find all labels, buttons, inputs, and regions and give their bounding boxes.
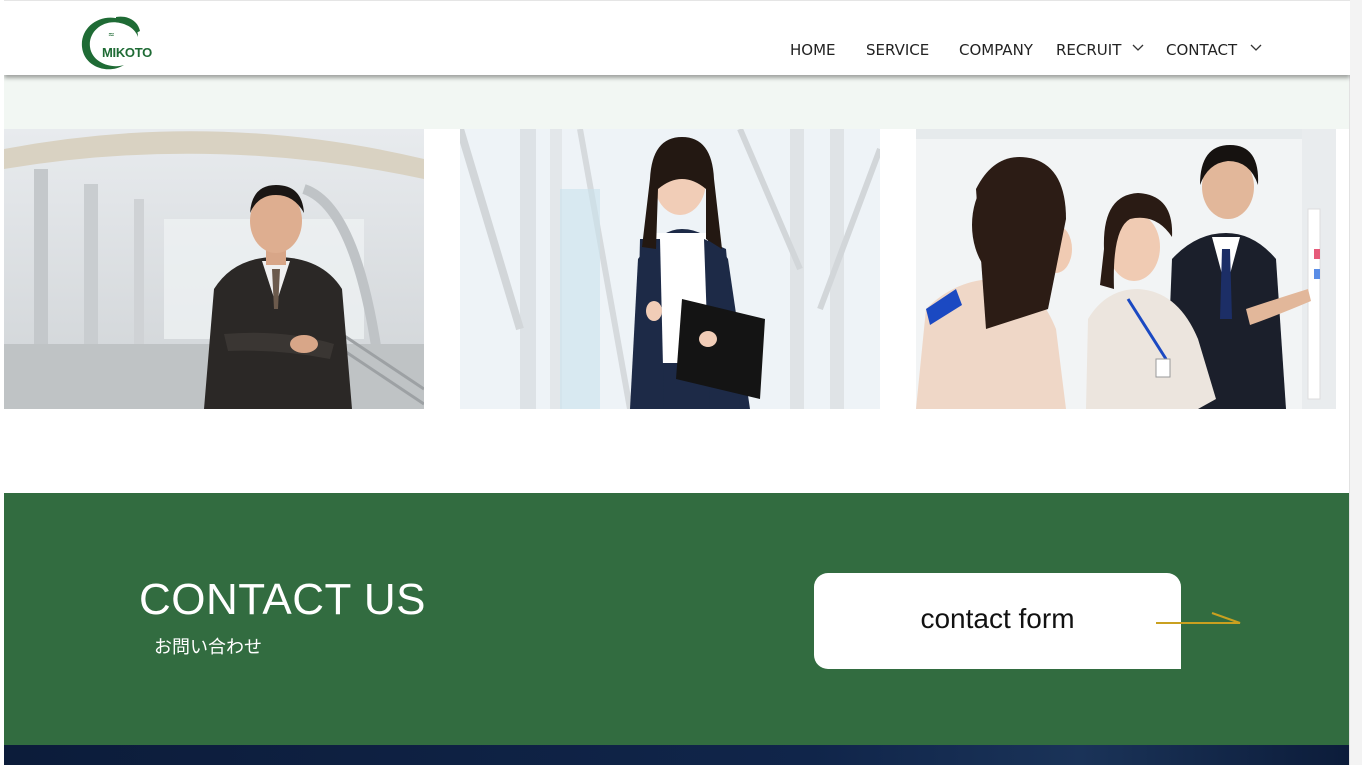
contact-title: CONTACT US	[139, 575, 426, 624]
chevron-down-icon[interactable]	[1131, 40, 1145, 54]
contact-form-button[interactable]: contact form	[814, 573, 1181, 669]
svg-text:≈: ≈	[108, 30, 115, 39]
businessman-photo	[4, 129, 424, 409]
page-scrollbar[interactable]	[1349, 0, 1362, 765]
site-logo[interactable]: ≈ MIKOTO	[78, 15, 168, 73]
page: ≈ MIKOTO HOME SERVICE COMPANY RECRUIT CO…	[4, 0, 1350, 765]
nav-item-contact[interactable]: CONTACT	[1166, 41, 1237, 59]
contact-section: CONTACT US お問い合わせ contact form	[4, 493, 1350, 745]
nav-item-home[interactable]: HOME	[790, 41, 836, 59]
light-green-band	[4, 75, 1350, 129]
businesswoman-photo	[460, 129, 880, 409]
nav-item-company[interactable]: COMPANY	[959, 41, 1033, 59]
nav-item-recruit[interactable]: RECRUIT	[1056, 41, 1121, 59]
contact-subtitle: お問い合わせ	[154, 637, 262, 658]
arrow-right-icon[interactable]	[1154, 611, 1244, 631]
site-header: ≈ MIKOTO HOME SERVICE COMPANY RECRUIT CO…	[4, 0, 1350, 75]
logo-brush-icon: ≈	[81, 16, 140, 70]
team-meeting-photo	[916, 129, 1336, 409]
footer-strip	[4, 745, 1350, 765]
nav-item-service[interactable]: SERVICE	[866, 41, 929, 59]
contact-form-button-label: contact form	[920, 603, 1075, 634]
logo-text: MIKOTO	[102, 45, 152, 60]
chevron-down-icon[interactable]	[1249, 40, 1263, 54]
